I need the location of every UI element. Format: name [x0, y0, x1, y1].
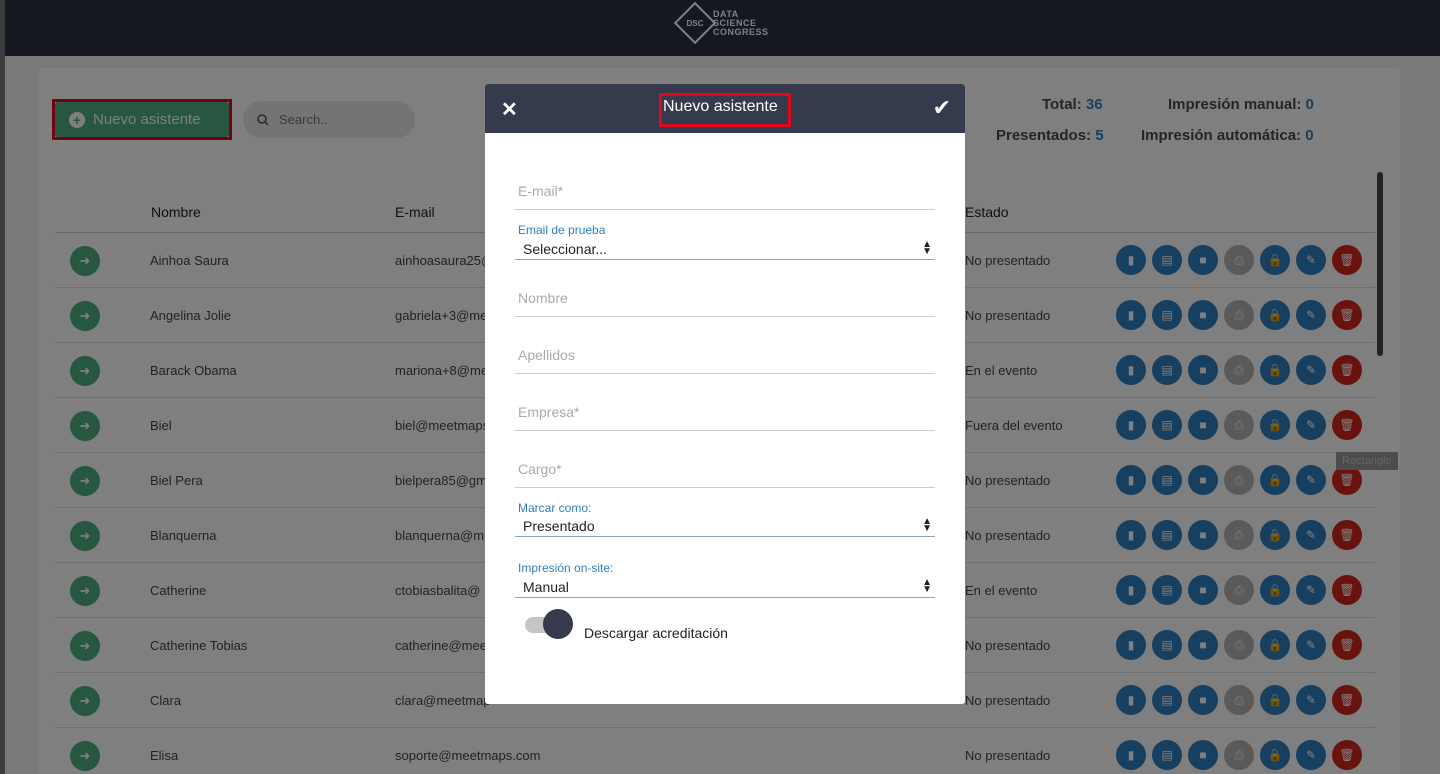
test-email-label: Email de prueba — [518, 223, 606, 237]
empresa-field[interactable]: Empresa* — [515, 404, 935, 431]
impresion-select[interactable]: Manual ▲ ▼ — [515, 576, 935, 598]
modal-header: ✕ Nuevo asistente ✔ — [485, 84, 965, 133]
toggle-knob — [543, 609, 573, 639]
test-email-select[interactable]: Seleccionar... ▲ ▼ — [515, 238, 935, 260]
select-arrows-icon: ▲ ▼ — [922, 577, 932, 595]
cargo-field[interactable]: Cargo* — [515, 461, 935, 488]
apellidos-field[interactable]: Apellidos — [515, 347, 935, 374]
email-placeholder: E-mail* — [518, 183, 564, 199]
email-field[interactable]: E-mail* — [515, 183, 935, 210]
select-arrows-icon: ▲ ▼ — [922, 516, 932, 534]
download-toggle-label: Descargar acreditación — [584, 625, 728, 641]
close-icon[interactable]: ✕ — [501, 97, 518, 122]
new-attendee-modal: ✕ Nuevo asistente ✔ E-mail* Email de pru… — [485, 84, 965, 704]
confirm-check-icon[interactable]: ✔ — [933, 95, 951, 121]
impresion-label: Impresión on-site: — [518, 561, 614, 575]
download-toggle[interactable] — [525, 609, 573, 639]
select-arrows-icon: ▲ ▼ — [922, 239, 932, 257]
marcar-label: Marcar como: — [518, 501, 592, 515]
modal-title: Nuevo asistente — [663, 98, 778, 115]
nombre-field[interactable]: Nombre — [515, 290, 935, 317]
marcar-select[interactable]: Presentado ▲ ▼ — [515, 515, 935, 537]
